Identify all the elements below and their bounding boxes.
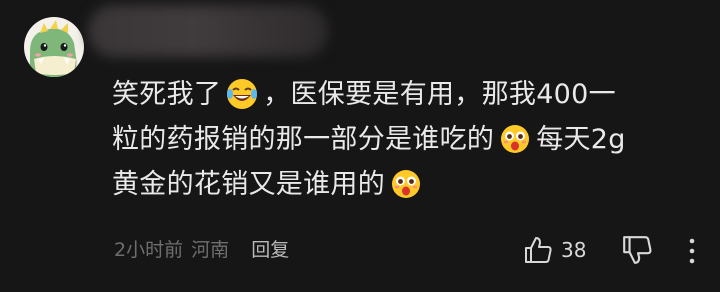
- shocked-emoji-icon: [389, 167, 423, 215]
- comment-text-segment: 粒的药报销的那一部分是谁吃的: [112, 124, 495, 155]
- like-count: 38: [561, 238, 587, 262]
- thumbs-up-icon: [525, 237, 552, 263]
- username-blurred[interactable]: [88, 5, 328, 57]
- comment-text-segment: 每天2g: [536, 124, 626, 155]
- comment-meta: 2小时前 河南 回复: [114, 236, 289, 264]
- comment-time: 2小时前: [114, 239, 184, 261]
- comment-text: 笑死我了 ，医保要是有用，那我400一 粒的药报销的那一部分是谁吃的 每天2g 黄金…: [112, 72, 702, 207]
- comment-line-1: 笑死我了 ，医保要是有用，那我400一: [112, 72, 702, 117]
- comment-text-segment: ，医保要是有用，那我400一: [263, 79, 616, 110]
- dislike-button[interactable]: [621, 234, 653, 266]
- shocked-emoji-icon: [498, 122, 532, 170]
- avatar[interactable]: [24, 17, 84, 77]
- more-options-button[interactable]: [684, 238, 700, 264]
- reply-button[interactable]: 回复: [251, 239, 289, 261]
- more-vertical-icon: [689, 238, 695, 264]
- comment-line-2: 粒的药报销的那一部分是谁吃的 每天2g: [112, 117, 702, 162]
- comment-card: 笑死我了 ，医保要是有用，那我400一 粒的药报销的那一部分是谁吃的 每天2g 黄金…: [0, 0, 720, 292]
- comment-line-3: 黄金的花销又是谁用的: [112, 162, 702, 207]
- thumbs-down-icon: [623, 236, 652, 264]
- dinosaur-avatar-icon: [30, 20, 77, 77]
- comment-location: 河南: [191, 239, 230, 261]
- like-button[interactable]: 38: [523, 234, 586, 266]
- comment-text-segment: 笑死我了: [112, 79, 222, 110]
- comment-text-segment: 黄金的花销又是谁用的: [112, 169, 385, 200]
